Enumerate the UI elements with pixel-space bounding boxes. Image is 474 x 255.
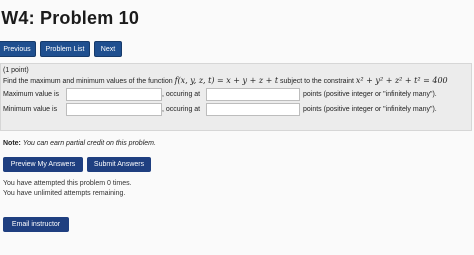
min-value-label: Minimum value is bbox=[3, 106, 58, 113]
attempts-remaining: You have unlimited attempts remaining. bbox=[3, 190, 126, 197]
next-button[interactable]: Next bbox=[94, 41, 122, 57]
max-occurring-label: , occuring at bbox=[162, 91, 201, 98]
points-label: (1 point) bbox=[3, 67, 29, 74]
note-text: You can earn partial credit on this prob… bbox=[22, 140, 156, 147]
constraint-expression: x² + y² + z² + t² = 400 bbox=[355, 76, 448, 85]
min-hint: points (positive integer or "infinitely … bbox=[303, 106, 437, 113]
max-value-label: Maximum value is bbox=[3, 91, 60, 98]
submit-answers-button[interactable]: Submit Answers bbox=[87, 157, 151, 172]
max-occurring-field[interactable] bbox=[206, 88, 300, 101]
max-value-field[interactable] bbox=[66, 88, 162, 101]
min-occurring-label: , occuring at bbox=[162, 106, 201, 113]
problem-panel: (1 point) Find the maximum and minimum v… bbox=[0, 63, 472, 131]
statement-mid: subject to the constraint bbox=[280, 78, 354, 85]
attempts-status: You have attempted this problem 0 times. bbox=[3, 180, 132, 187]
partial-credit-note: Note: You can earn partial credit on thi… bbox=[3, 140, 156, 147]
problem-list-button[interactable]: Problem List bbox=[40, 41, 90, 57]
min-value-field[interactable] bbox=[66, 103, 162, 116]
function-expression: f(x, y, z, t) = x + y + z + t bbox=[174, 76, 279, 85]
min-occurring-field[interactable] bbox=[206, 103, 300, 116]
statement-prefix: Find the maximum and minimum values of t… bbox=[3, 78, 173, 85]
email-instructor-button[interactable]: Email instructor bbox=[3, 217, 69, 232]
problem-statement: Find the maximum and minimum values of t… bbox=[3, 76, 448, 85]
max-hint: points (positive integer or "infinitely … bbox=[303, 91, 437, 98]
preview-answers-button[interactable]: Preview My Answers bbox=[3, 157, 83, 172]
previous-button[interactable]: Previous bbox=[0, 41, 36, 57]
note-label: Note: bbox=[3, 140, 21, 147]
page-title: IW4: Problem 10 bbox=[0, 8, 140, 28]
